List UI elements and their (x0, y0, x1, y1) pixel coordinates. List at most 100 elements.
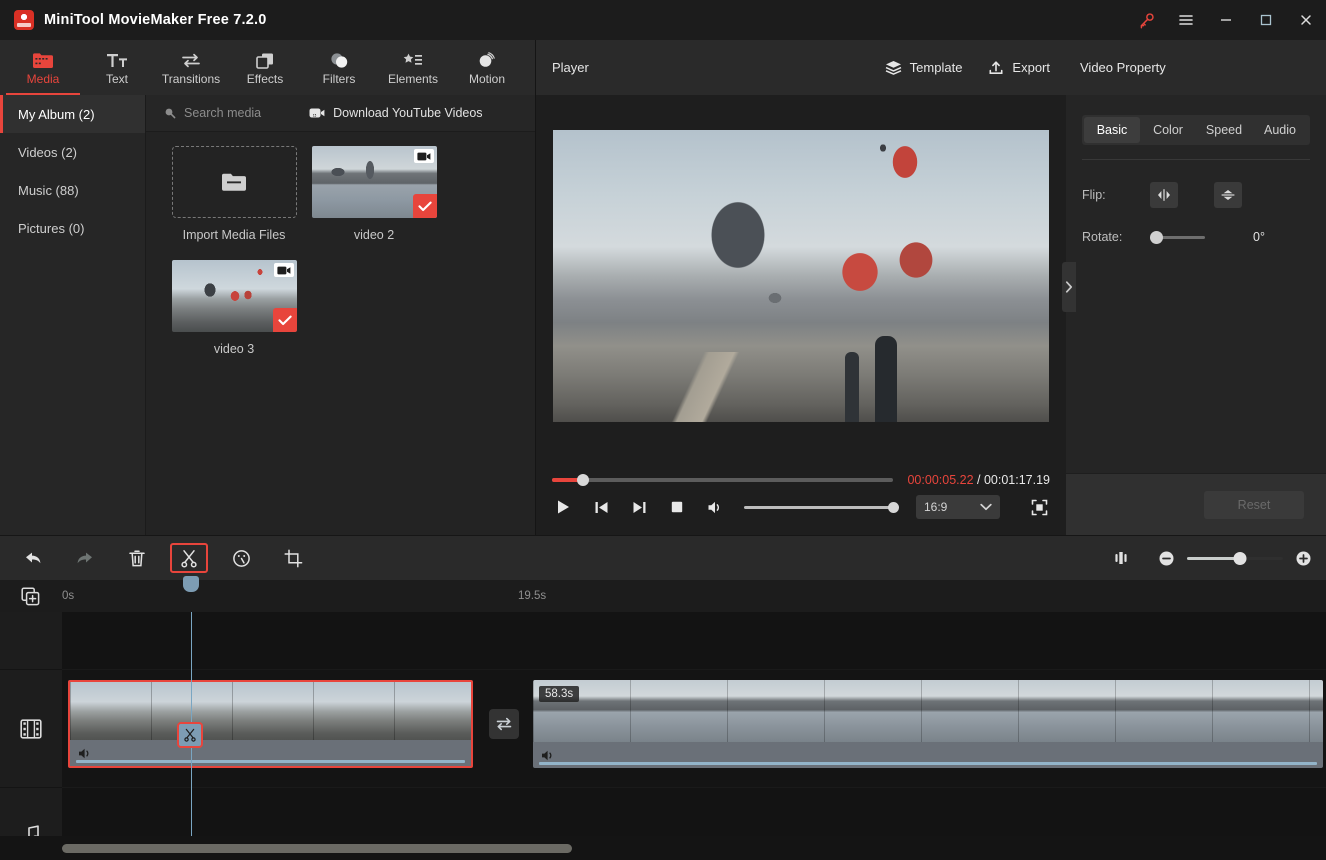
import-media-cell[interactable]: Import Media Files (164, 146, 304, 242)
media-item-label: video 2 (353, 228, 395, 242)
timeline-row-overlay[interactable] (62, 612, 1326, 670)
maximize-icon[interactable] (1246, 0, 1286, 40)
transition-button[interactable] (489, 709, 519, 739)
download-youtube-label: Download YouTube Videos (333, 106, 483, 120)
gutter-overlay-track[interactable] (0, 612, 62, 670)
import-media-label: Import Media Files (182, 228, 286, 242)
preview-person-right (875, 336, 897, 422)
speed-gauge-icon[interactable] (222, 543, 260, 573)
flip-horizontal-icon[interactable] (1150, 182, 1178, 208)
export-button[interactable]: Export (988, 60, 1050, 76)
category-list: My Album (2) Videos (2) Music (88) Pictu… (0, 95, 146, 535)
ribbon-item-transitions[interactable]: Transitions (154, 40, 228, 95)
media-thumbnail[interactable] (171, 260, 297, 332)
media-item-video-2[interactable]: video 2 (304, 146, 444, 242)
category-music[interactable]: Music (88) (0, 171, 145, 209)
next-frame-icon[interactable] (628, 496, 650, 518)
timeline-toolbar (0, 535, 1326, 580)
category-pictures[interactable]: Pictures (0) (0, 209, 145, 247)
media-selected-check-icon[interactable] (272, 308, 297, 332)
zoom-in-icon[interactable] (1295, 550, 1312, 567)
timeline-clip-video-3[interactable] (68, 680, 473, 768)
filters-icon (328, 51, 350, 70)
timeline-hscroll-thumb[interactable] (62, 843, 572, 853)
timeline-row-video[interactable]: 58.3s (62, 670, 1326, 788)
undo-icon[interactable] (14, 543, 52, 573)
ribbon-item-motion[interactable]: Motion (450, 40, 524, 95)
ribbon-item-media[interactable]: Media (6, 40, 80, 95)
stop-icon[interactable] (666, 496, 688, 518)
download-youtube-button[interactable]: Download YouTube Videos (309, 106, 483, 120)
top-area: Media Text Transitions Effects Filters E… (0, 40, 1326, 535)
redo-icon[interactable] (66, 543, 104, 573)
ribbon-item-filters[interactable]: Filters (302, 40, 376, 95)
clip-waveform (539, 762, 1317, 765)
tab-basic[interactable]: Basic (1084, 117, 1140, 143)
ribbon-item-text[interactable]: Text (80, 40, 154, 95)
add-track-icon[interactable] (0, 580, 62, 612)
volume-icon[interactable] (704, 496, 726, 518)
hamburger-menu-icon[interactable] (1166, 0, 1206, 40)
category-label: Pictures (0) (18, 220, 85, 236)
timeline-tracks: 58.3s (0, 612, 1326, 860)
volume-slider[interactable] (744, 501, 899, 513)
close-icon[interactable] (1286, 0, 1326, 40)
search-input[interactable]: Search media (164, 106, 261, 120)
rotate-slider[interactable] (1150, 230, 1205, 244)
zoom-out-icon[interactable] (1158, 550, 1175, 567)
video-preview[interactable] (553, 130, 1049, 422)
import-media-button[interactable] (171, 146, 297, 218)
timeline-hscrollbar[interactable] (0, 836, 1326, 860)
film-icon (20, 718, 42, 739)
clip-split-button[interactable] (177, 722, 203, 748)
export-label: Export (1012, 60, 1050, 75)
fit-timeline-icon[interactable] (1102, 543, 1140, 573)
media-item-label: video 3 (213, 342, 255, 356)
ribbon-item-effects[interactable]: Effects (228, 40, 302, 95)
zoom-knob[interactable] (1233, 551, 1247, 565)
seek-knob[interactable] (576, 474, 589, 486)
tab-color[interactable]: Color (1140, 117, 1196, 143)
player-stage (536, 95, 1066, 457)
template-button[interactable]: Template (885, 60, 962, 75)
video-kind-icon (413, 149, 434, 163)
volume-knob[interactable] (888, 501, 899, 513)
split-scissors-icon[interactable] (170, 543, 208, 573)
crop-icon[interactable] (274, 543, 312, 573)
tab-speed[interactable]: Speed (1196, 117, 1252, 143)
player-title: Player (552, 60, 589, 75)
player-controls: 00:00:05.22 / 00:01:17.19 16:9 (536, 457, 1066, 535)
timeline-clip-video-2[interactable]: 58.3s (533, 680, 1323, 768)
tab-label: Audio (1264, 123, 1296, 137)
seek-slider[interactable] (552, 474, 894, 486)
media-thumbnail[interactable] (311, 146, 437, 218)
title-bar: MiniTool MovieMaker Free 7.2.0 (0, 0, 1326, 40)
tab-audio[interactable]: Audio (1252, 117, 1308, 143)
zoom-slider[interactable] (1187, 551, 1283, 565)
media-item-video-3[interactable]: video 3 (164, 260, 304, 356)
previous-frame-icon[interactable] (590, 496, 612, 518)
clip-mute-icon[interactable] (541, 749, 556, 762)
gutter-video-track[interactable] (0, 670, 62, 788)
fullscreen-icon[interactable] (1028, 496, 1050, 518)
rotate-knob[interactable] (1150, 230, 1163, 244)
aspect-ratio-select[interactable]: 16:9 (916, 495, 1000, 519)
trash-icon[interactable] (118, 543, 156, 573)
flip-vertical-icon[interactable] (1214, 182, 1242, 208)
key-icon[interactable] (1126, 0, 1166, 40)
clip-mute-icon[interactable] (78, 747, 93, 760)
property-title: Video Property (1066, 40, 1326, 95)
template-layers-icon (885, 60, 902, 75)
media-selected-check-icon[interactable] (412, 194, 437, 218)
app-logo-icon (14, 10, 34, 30)
category-videos[interactable]: Videos (2) (0, 133, 145, 171)
minimize-icon[interactable] (1206, 0, 1246, 40)
reset-button[interactable]: Reset (1204, 490, 1304, 519)
category-my-album[interactable]: My Album (2) (0, 95, 145, 133)
library-column: Media Text Transitions Effects Filters E… (0, 40, 536, 535)
panel-collapse-handle[interactable] (1062, 262, 1076, 312)
ribbon-item-elements[interactable]: Elements (376, 40, 450, 95)
play-icon[interactable] (552, 496, 574, 518)
zoom-fill (1187, 556, 1240, 560)
playhead-handle[interactable] (183, 576, 199, 592)
